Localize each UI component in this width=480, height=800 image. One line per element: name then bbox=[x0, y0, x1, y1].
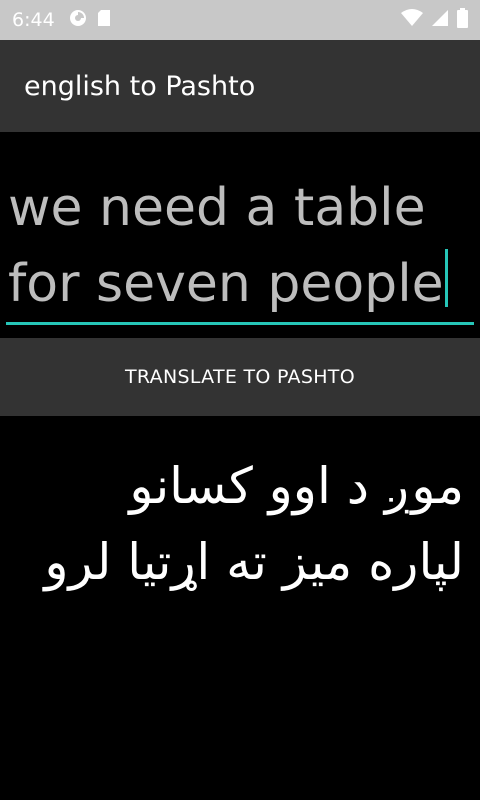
input-text: we need a table for seven people bbox=[8, 178, 444, 314]
sd-card-icon bbox=[97, 9, 111, 31]
status-time: 6:44 bbox=[12, 9, 55, 31]
input-underline bbox=[6, 322, 474, 325]
app-title: english to Pashto bbox=[24, 70, 256, 102]
translate-button[interactable]: TRANSLATE TO PASHTO bbox=[0, 338, 480, 416]
text-cursor bbox=[444, 249, 448, 307]
status-icons-right bbox=[401, 8, 468, 32]
battery-icon bbox=[457, 8, 468, 32]
sync-icon bbox=[69, 9, 87, 31]
app-bar: english to Pashto bbox=[0, 40, 480, 132]
status-bar: 6:44 bbox=[0, 0, 480, 40]
english-text-input[interactable]: we need a table for seven people bbox=[6, 170, 474, 326]
cellular-signal-icon bbox=[431, 9, 449, 31]
wifi-icon bbox=[401, 9, 423, 31]
pashto-output-text: موږ د اوو کسانو لپاره میز ته اړتیا لرو bbox=[44, 457, 464, 591]
